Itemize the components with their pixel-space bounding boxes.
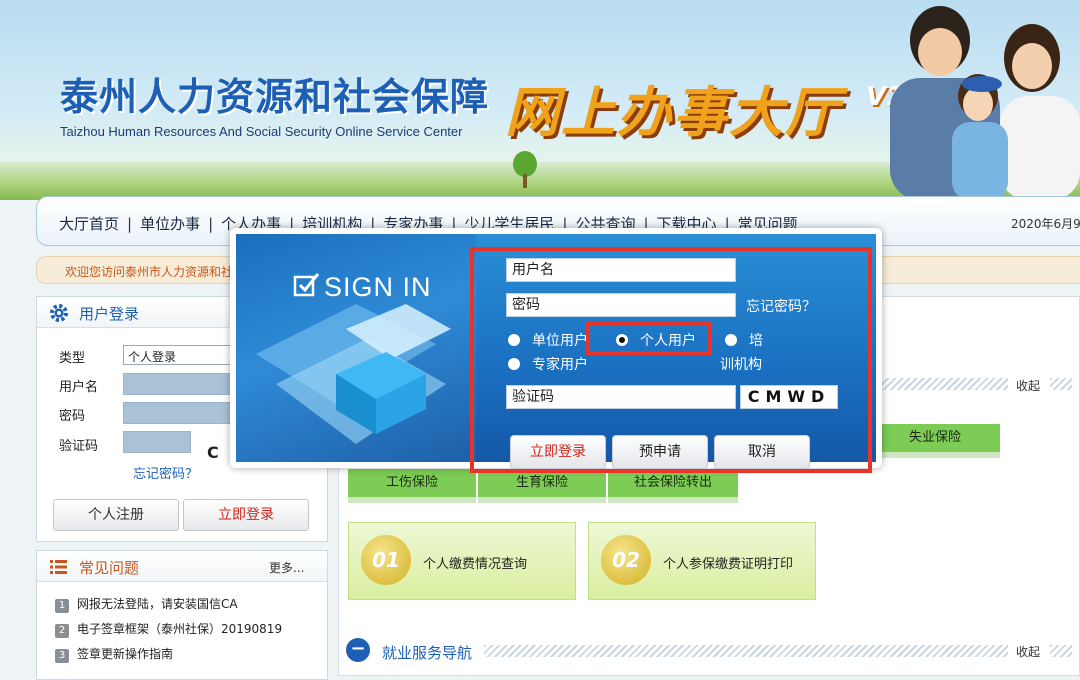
tab-work-injury-insurance[interactable]: 工伤保险 — [348, 469, 476, 503]
tab-maternity-insurance[interactable]: 生育保险 — [478, 469, 606, 503]
radio-dot — [508, 334, 520, 346]
faq-panel-title: 常见问题 — [79, 559, 140, 577]
type-label: 类型 — [59, 351, 86, 366]
radio-unit-user[interactable]: 单位用户 — [508, 330, 588, 350]
cancel-button[interactable]: 取消 — [714, 435, 810, 469]
password-input[interactable]: 密码 — [506, 293, 736, 317]
username-label: 用户名 — [59, 380, 99, 395]
radio-expert-user[interactable]: 专家用户 — [508, 354, 588, 374]
faq-panel-header: 常见问题 更多... — [37, 551, 327, 582]
employment-section-title: 就业服务导航 — [382, 644, 473, 662]
list-icon — [50, 560, 67, 574]
faq-item-number: 1 — [55, 599, 69, 613]
nav-date: 2020年6月9日 — [1011, 217, 1080, 231]
captcha-label: 验证码 — [59, 439, 99, 454]
faq-item[interactable]: 1 网报无法登陆，请安装国信CA — [55, 595, 238, 613]
login-now-button[interactable]: 立即登录 — [510, 435, 606, 469]
forgot-password-link[interactable]: 忘记密码？ — [746, 296, 816, 316]
tab-unemployment-insurance[interactable]: 失业保险 — [870, 424, 1000, 458]
captcha-input[interactable]: 验证码 — [506, 385, 736, 409]
card-label: 个人缴费情况查询 — [423, 557, 528, 572]
login-button[interactable]: 立即登录 — [183, 499, 309, 531]
card-label: 个人参保缴费证明打印 — [663, 557, 794, 572]
register-button[interactable]: 个人注册 — [53, 499, 179, 531]
radio-label: 单位用户 — [532, 333, 588, 349]
nav-separator: | — [127, 215, 133, 233]
radio-dot — [508, 358, 520, 370]
radio-label: 培 — [749, 333, 763, 349]
pre-apply-button[interactable]: 预申请 — [612, 435, 708, 469]
section-divider — [1050, 378, 1072, 390]
login-type-select[interactable]: 个人登录 — [123, 345, 233, 365]
puzzle-graphic — [256, 304, 451, 444]
card-number-badge: 02 — [601, 535, 651, 585]
faq-item[interactable]: 2 电子签章框架（泰州社保）20190819 — [55, 620, 282, 638]
site-subtitle: Taizhou Human Resources And Social Secur… — [60, 124, 463, 139]
hall-title: 网上办事大厅 — [505, 81, 841, 144]
tab-insurance-transfer-out[interactable]: 社会保险转出 — [608, 469, 738, 503]
service-card-certificate-print[interactable]: 02 个人参保缴费证明打印 — [588, 522, 816, 600]
faq-item-text: 网报无法登陆，请安装国信CA — [77, 597, 238, 611]
faq-item-text: 电子签章框架（泰州社保）20190819 — [77, 622, 283, 636]
gear-icon — [50, 304, 68, 322]
faq-item-number: 3 — [55, 649, 69, 663]
site-title: 泰州人力资源和社会保障 — [60, 75, 490, 119]
captcha-input[interactable] — [123, 431, 191, 453]
username-input[interactable]: 用户名 — [506, 258, 736, 282]
faq-item-text: 签章更新操作指南 — [77, 647, 174, 661]
nav-item-home[interactable]: 大厅首页 — [59, 215, 119, 233]
radio-dot — [725, 334, 737, 346]
faq-more-link[interactable]: 更多... — [269, 559, 304, 576]
collapse-link[interactable]: 收起 — [1016, 643, 1040, 660]
marquee-text: 欢迎您访问泰州市人力资源和社 — [65, 265, 234, 279]
forgot-password-link[interactable]: 忘记密码？ — [133, 463, 198, 482]
section-divider — [484, 645, 1008, 657]
nav-separator: | — [208, 215, 214, 233]
password-input[interactable] — [123, 402, 233, 424]
dialog-illustration: SIGN IN — [236, 234, 476, 462]
radio-training-institution[interactable]: 培 — [725, 330, 763, 350]
sign-in-icon — [293, 273, 320, 297]
faq-panel: 常见问题 更多... 1 网报无法登陆，请安装国信CA 2 电子签章框架（泰州社保）… — [36, 550, 328, 680]
sign-in-heading: SIGN IN — [324, 272, 432, 302]
minus-icon[interactable]: − — [346, 638, 370, 662]
password-label: 密码 — [59, 409, 86, 424]
service-card-payment-query[interactable]: 01 个人缴费情况查询 — [348, 522, 576, 600]
tree-icon — [513, 151, 537, 188]
login-panel-title: 用户登录 — [79, 305, 140, 323]
header-banner: 泰州人力资源和社会保障 Taizhou Human Resources And … — [0, 0, 1080, 200]
section-divider — [1050, 645, 1072, 657]
faq-item[interactable]: 3 签章更新操作指南 — [55, 645, 173, 663]
nav-item-unit[interactable]: 单位办事 — [140, 215, 200, 233]
captcha-image[interactable]: CMWD — [740, 385, 838, 409]
family-photo — [890, 6, 1080, 200]
username-input[interactable] — [123, 373, 233, 395]
selected-option-highlight — [586, 321, 712, 355]
radio-label-continued: 训机构 — [720, 357, 762, 373]
faq-item-number: 2 — [55, 624, 69, 638]
collapse-link[interactable]: 收起 — [1016, 377, 1040, 394]
card-number-badge: 01 — [361, 535, 411, 585]
radio-label: 专家用户 — [532, 357, 588, 373]
